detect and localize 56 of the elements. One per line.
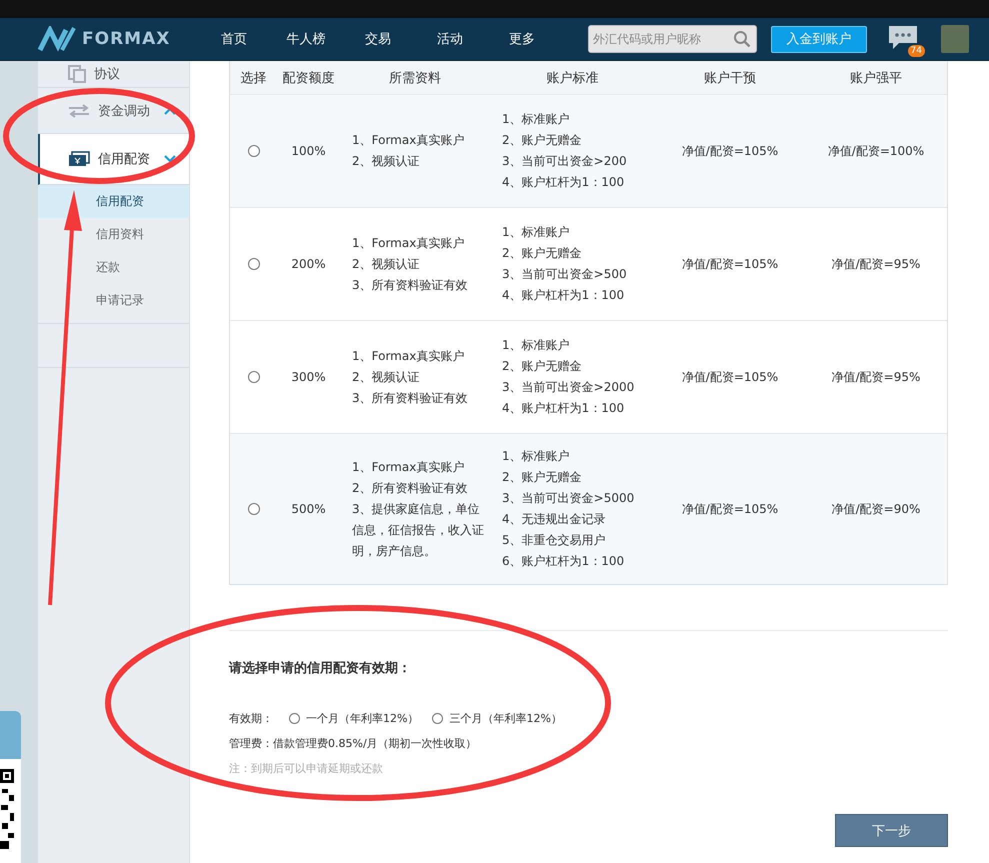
table-cell-text: 1、标准账户 2、账户无赠金 3、当前可出资金>2000 4、账户杠杆为1：100 (501, 337, 636, 417)
nav-link[interactable]: 更多 (486, 30, 558, 48)
table-cell-text: 1、标准账户 2、账户无赠金 3、当前可出资金>200 4、账户杠杆为1：100 (501, 111, 628, 191)
sidebar-subitem[interactable]: 还款 (38, 251, 189, 284)
radio-button[interactable] (248, 371, 260, 383)
sidebar-subitem[interactable]: 信用配资 (38, 185, 189, 218)
table-cell-text: 净值/配资=90% (830, 500, 922, 518)
qr-code-widget[interactable] (0, 711, 21, 863)
table-cell-text: 净值/配资=105% (680, 256, 780, 272)
radio-option[interactable]: 一个月（年利率12%） (289, 711, 418, 726)
radio-button[interactable] (248, 258, 260, 270)
table-cell-text: 净值/配资=105% (680, 500, 780, 518)
table-cell-text: 300% (290, 369, 327, 386)
fee-text: 管理费：借款管理费0.85%/月（期初一次性收取） (229, 736, 478, 751)
search-icon (733, 30, 751, 48)
transfer-arrows-icon (68, 104, 90, 118)
table-cell-text: 1、标准账户 2、账户无赠金 3、当前可出资金>5000 4、无违规出金记录 5、非重仓交易用户 6、账户杠杆为1：100 (501, 448, 636, 570)
radio-button[interactable] (248, 503, 260, 515)
message-count-badge: 74 (908, 45, 925, 57)
sidebar-item[interactable]: 协议 (38, 61, 189, 88)
table-cell-text: 净值/配资=95% (830, 256, 922, 272)
search-field[interactable]: 外汇代码或用户昵称 (588, 25, 757, 53)
radio-option[interactable]: 三个月（年利率12%） (432, 711, 562, 726)
logo-icon (38, 26, 76, 52)
table-cell-text: 1、Formax真实账户 2、所有资料验证有效 3、提供家庭信息，单位信息，征信报告，收入证明，房产信息。 (351, 458, 485, 560)
section-title: 请选择申请的信用配资有效期： (229, 660, 412, 677)
note-text: 注：到期后可以申请延期或还款 (229, 761, 384, 776)
nav-link[interactable]: 牛人榜 (270, 30, 342, 48)
column-header: 账户干预 (703, 70, 757, 88)
column-header: 配资额度 (282, 70, 336, 88)
column-header: 选择 (240, 70, 268, 88)
column-header: 所需资料 (388, 70, 442, 88)
table-cell-text: 1、Formax真实账户 2、视频认证 3、所有资料验证有效 (351, 234, 469, 294)
field-label: 有效期： (229, 711, 273, 726)
nav-link[interactable]: 首页 (198, 30, 270, 48)
table-cell-text: 净值/配资=100% (826, 142, 926, 160)
table-cell-text: 1、标准账户 2、账户无赠金 3、当前可出资金>500 4、账户杠杆为1：100 (501, 224, 628, 304)
logo-text: FORMAX (82, 29, 170, 49)
table-cell-text: 净值/配资=95% (830, 368, 922, 386)
radio-button[interactable] (248, 145, 260, 157)
table-cell-text: 100% (290, 143, 327, 160)
column-header: 账户强平 (849, 70, 903, 88)
nav-link[interactable]: 活动 (414, 30, 486, 48)
table-cell-text: 1、Formax真实账户 2、视频认证 (351, 132, 466, 170)
table-cell-text: 500% (290, 501, 327, 518)
documents-icon (68, 65, 86, 83)
next-button[interactable]: 下一步 (835, 814, 948, 847)
sidebar-subitem[interactable]: 信用资料 (38, 218, 189, 251)
banknote-icon (68, 151, 90, 167)
sidebar-subitem[interactable]: 申请记录 (38, 284, 189, 317)
table-cell-text: 净值/配资=105% (680, 368, 780, 386)
table-cell-text: 净值/配资=105% (680, 142, 780, 160)
nav-link[interactable]: 交易 (342, 30, 414, 48)
table-cell-text: 1、Formax真实账户 2、视频认证 3、所有资料验证有效 (351, 348, 469, 406)
table-cell-text: 200% (290, 256, 327, 273)
column-header: 账户标准 (546, 70, 600, 88)
